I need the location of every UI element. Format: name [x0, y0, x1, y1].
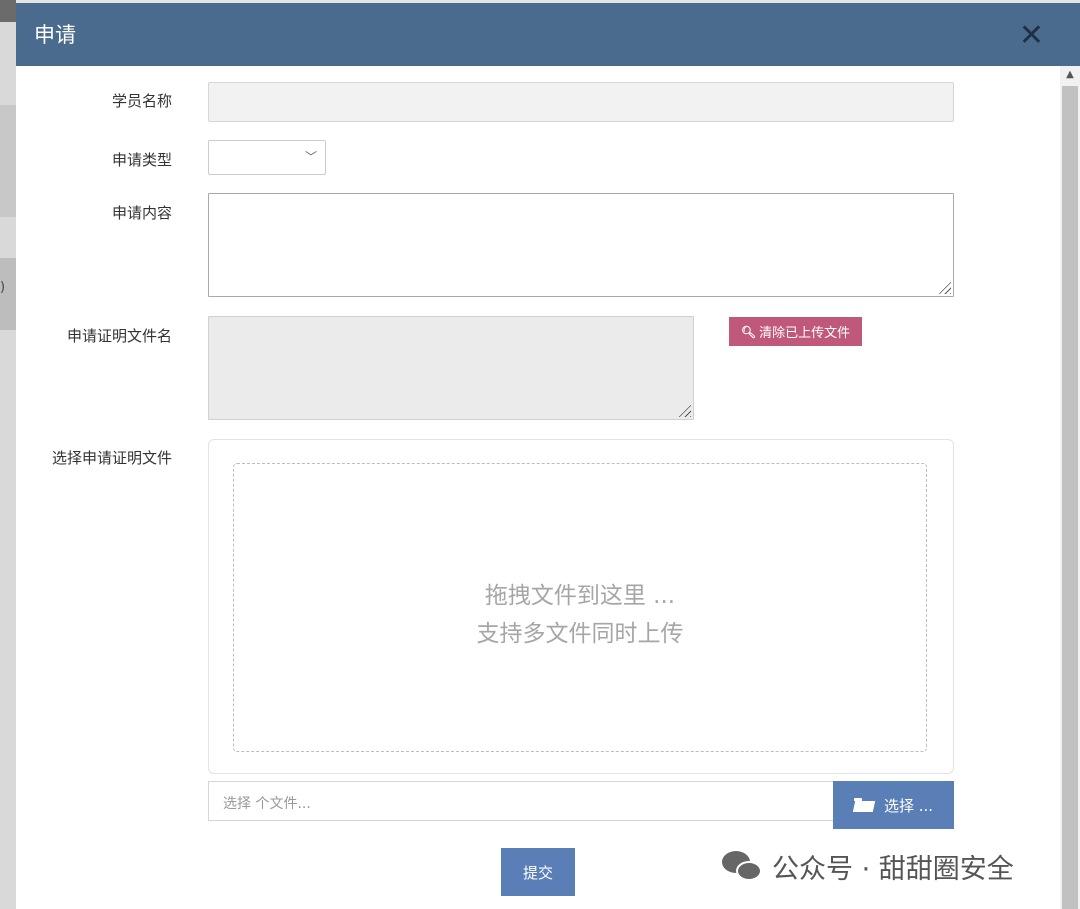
browse-button-label: 选择 ... [883, 796, 934, 815]
student-name-input [208, 82, 954, 122]
watermark: 公众号 · 甜甜圈安全 [722, 846, 1014, 886]
select-proof-label: 选择申请证明文件 [51, 449, 172, 467]
background-text: ) [0, 280, 6, 295]
watermark-text: 公众号 · 甜甜圈安全 [772, 853, 1014, 885]
scrollbar[interactable]: ▲ [1060, 66, 1080, 909]
file-drop-panel: 拖拽文件到这里 ... 支持多文件同时上传 [208, 439, 954, 774]
browse-files-button[interactable]: 选择 ... [833, 781, 954, 829]
scroll-up-arrow-icon[interactable]: ▲ [1060, 66, 1080, 84]
file-drop-zone[interactable]: 拖拽文件到这里 ... 支持多文件同时上传 [233, 463, 927, 752]
resize-handle-icon[interactable] [677, 403, 691, 417]
dropzone-title: 拖拽文件到这里 ... [484, 583, 676, 609]
wechat-icon [722, 849, 764, 883]
resize-handle-icon[interactable] [937, 280, 951, 294]
dropzone-subtitle: 支持多文件同时上传 [476, 621, 684, 647]
file-caption-input[interactable]: 选择 个文件... [208, 781, 834, 821]
close-icon[interactable]: ✕ [1019, 21, 1044, 51]
clear-uploaded-files-button[interactable]: 🔍︎ 清除已上传文件 [729, 317, 862, 346]
apply-content-label: 申请内容 [111, 204, 172, 222]
proof-filename-label: 申请证明文件名 [66, 327, 172, 345]
student-name-label: 学员名称 [111, 92, 172, 110]
dialog-header: 申请 ✕ [16, 0, 1080, 66]
apply-content-textarea[interactable] [208, 193, 954, 297]
clear-button-label: 清除已上传文件 [759, 326, 851, 341]
proof-filename-textarea [208, 316, 694, 420]
submit-button[interactable]: 提交 [501, 848, 575, 896]
apply-type-label: 申请类型 [111, 151, 172, 169]
scrollbar-thumb[interactable] [1062, 86, 1078, 909]
dialog-title: 申请 [34, 23, 76, 47]
search-icon: 🔍︎ [740, 324, 757, 339]
folder-open-icon [853, 798, 874, 812]
apply-type-select[interactable]: ﹀ [208, 140, 326, 175]
apply-dialog: 申请 ✕ ▲ 学员名称 申请类型 ﹀ 申请内容 申请证明文件名 🔍︎ 清除已上传… [16, 0, 1080, 909]
chevron-down-icon: ﹀ [304, 150, 317, 164]
background-strip [0, 0, 16, 22]
